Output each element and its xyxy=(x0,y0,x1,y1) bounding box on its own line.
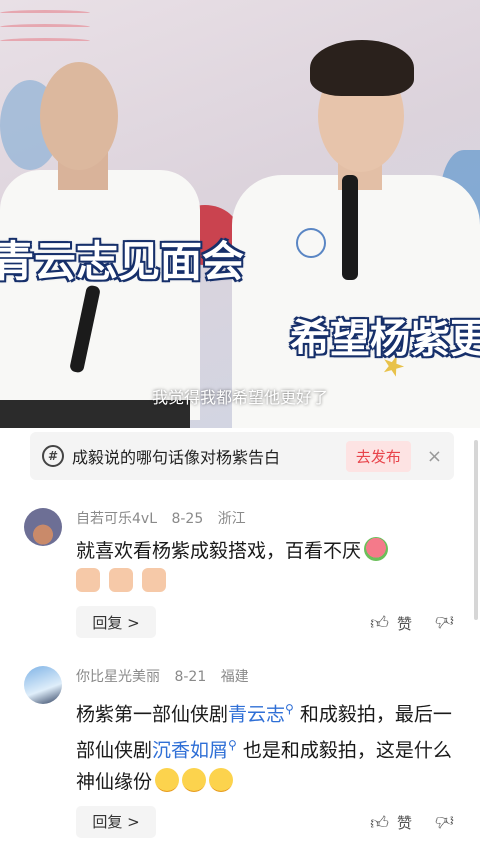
like-button[interactable]: 👍︎ 赞 xyxy=(370,812,412,834)
avatar[interactable] xyxy=(24,508,62,546)
comment-text-segment: 杨紫第一部仙侠剧 xyxy=(76,703,229,726)
comment-location: 浙江 xyxy=(217,511,246,527)
comment-text: 就喜欢看杨紫成毅搭戏，百看不厌 xyxy=(76,536,464,598)
laughing-emoji-icon xyxy=(209,767,234,792)
search-link[interactable]: 沉香如屑 xyxy=(152,740,228,762)
video-caption-right: 希望杨紫更 xyxy=(289,315,480,363)
thumbs-down-icon[interactable]: 👍︎ xyxy=(435,610,454,632)
laughing-emoji-icon xyxy=(155,767,180,792)
video-subtitle: 我觉得我都希望他更好了 xyxy=(151,388,328,407)
topic-text[interactable]: 成毅说的哪句话像对杨紫告白 xyxy=(72,444,346,468)
thumbs-up-emoji-icon xyxy=(142,568,167,592)
comment-username[interactable]: 自若可乐4vL xyxy=(76,511,157,527)
hair xyxy=(310,40,414,96)
comment-item: 你比星光美丽 8-21 福建 杨紫第一部仙侠剧青云志⚲ 和成毅拍，最后一部仙侠剧… xyxy=(24,666,464,838)
thumbs-down-icon[interactable]: 👍︎ xyxy=(435,810,454,832)
topic-bar[interactable]: # 成毅说的哪句话像对杨紫告白 去发布 × xyxy=(30,432,454,480)
comment-location: 福建 xyxy=(220,669,249,685)
comment-actions: 回复 > 👍︎ 赞 👍︎ xyxy=(76,606,464,640)
video-player[interactable]: 青云志见面会 希望杨紫更 我觉得我都希望他更好了 xyxy=(0,0,480,428)
background-wave xyxy=(0,24,90,30)
comment-text: 杨紫第一部仙侠剧青云志⚲ 和成毅拍，最后一部仙侠剧沉香如屑⚲ 也是和成毅拍，这是… xyxy=(76,694,464,798)
thumbs-up-icon: 👍︎ xyxy=(370,812,389,834)
background-wave xyxy=(0,38,90,44)
comment-actions: 回复 > 👍︎ 赞 👍︎ xyxy=(76,805,464,840)
publish-button[interactable]: 去发布 xyxy=(345,440,411,472)
reply-button[interactable]: 回复 > xyxy=(76,805,156,838)
comment-username[interactable]: 你比星光美丽 xyxy=(76,669,160,685)
microphone xyxy=(342,175,358,280)
comment-date: 8-25 xyxy=(171,511,204,527)
comment-meta: 自若可乐4vL 8-25 浙江 xyxy=(76,508,464,528)
comment-body: 自若可乐4vL 8-25 浙江 就喜欢看杨紫成毅搭戏，百看不厌 回复 > 👍︎ … xyxy=(76,508,464,640)
video-caption-left: 青云志见面会 xyxy=(0,236,245,287)
thumbs-up-emoji-icon xyxy=(76,568,100,592)
comment-meta: 你比星光美丽 8-21 福建 xyxy=(76,666,464,686)
like-button[interactable]: 👍︎ 赞 xyxy=(370,612,412,634)
reply-button[interactable]: 回复 > xyxy=(76,606,156,638)
white-shirt xyxy=(0,170,200,420)
comment-body: 你比星光美丽 8-21 福建 杨紫第一部仙侠剧青云志⚲ 和成毅拍，最后一部仙侠剧… xyxy=(76,666,464,840)
hashtag-icon: # xyxy=(42,445,64,467)
background-wave xyxy=(0,10,90,16)
head xyxy=(40,62,118,170)
comment-text-content: 就喜欢看杨紫成毅搭戏，百看不厌 xyxy=(76,540,362,562)
comment-date: 8-21 xyxy=(174,669,207,685)
avatar[interactable] xyxy=(24,666,62,704)
laughing-emoji-icon xyxy=(182,767,207,792)
rose-emoji-icon xyxy=(364,537,389,561)
search-icon: ⚲ xyxy=(285,702,294,716)
like-label: 赞 xyxy=(396,814,412,833)
thumbs-up-emoji-icon xyxy=(109,568,134,592)
shirt-print xyxy=(296,228,326,258)
like-label: 赞 xyxy=(396,614,412,633)
close-icon[interactable]: × xyxy=(427,446,442,467)
thumbs-up-icon: 👍︎ xyxy=(370,613,389,634)
comment-item: 自若可乐4vL 8-25 浙江 就喜欢看杨紫成毅搭戏，百看不厌 回复 > 👍︎ … xyxy=(24,508,464,648)
search-link[interactable]: 青云志 xyxy=(228,703,285,725)
search-icon: ⚲ xyxy=(228,738,237,753)
scrollbar[interactable] xyxy=(474,440,478,620)
